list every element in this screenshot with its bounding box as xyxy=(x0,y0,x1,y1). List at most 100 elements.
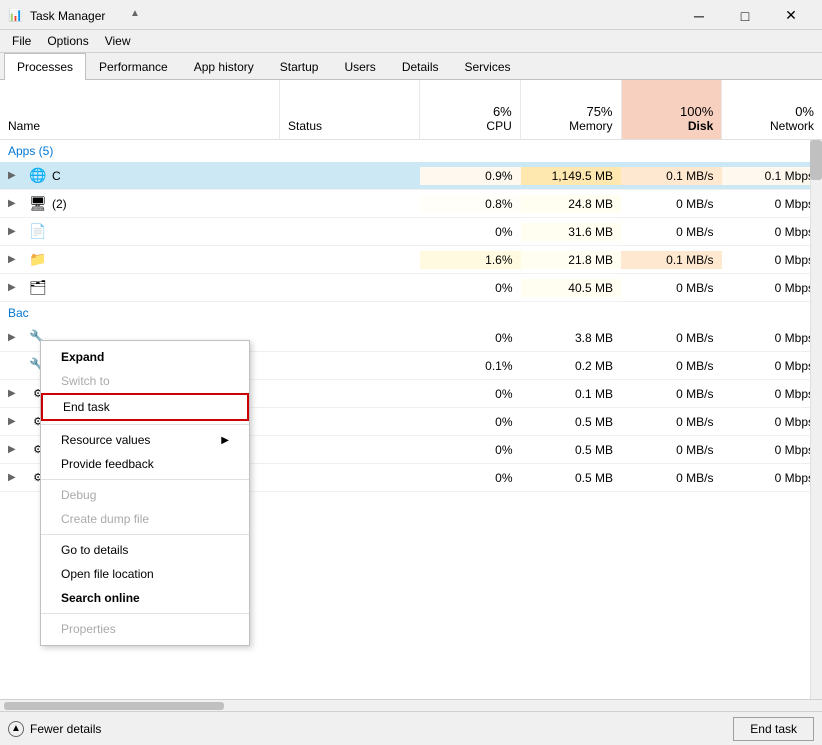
disk-percent: 100% xyxy=(680,104,713,119)
maximize-button[interactable]: □ xyxy=(722,1,768,31)
table-row[interactable]: ▶ 📄 0% 31.6 MB 0 MB/s 0 Mbps xyxy=(0,218,822,246)
expand-icon[interactable]: ▶ xyxy=(8,444,24,455)
proc-memory-cell: 0.5 MB xyxy=(521,413,622,431)
chevron-up-icon: ▲ xyxy=(8,721,24,737)
tab-startup[interactable]: Startup xyxy=(267,53,332,80)
ctx-switch-to[interactable]: Switch to xyxy=(41,369,249,393)
ctx-end-task[interactable]: End task xyxy=(41,393,249,421)
proc-icon: 🗂 xyxy=(30,280,46,296)
expand-icon[interactable]: ▶ xyxy=(8,388,24,399)
tab-users[interactable]: Users xyxy=(331,53,388,80)
col-header-network[interactable]: 0% Network xyxy=(722,80,822,139)
network-percent: 0% xyxy=(795,104,814,119)
tab-app-history[interactable]: App history xyxy=(181,53,267,80)
close-button[interactable]: ✕ xyxy=(768,1,814,31)
col-header-disk[interactable]: 100% Disk xyxy=(622,80,723,139)
proc-memory-cell: 1,149.5 MB xyxy=(521,167,622,185)
proc-network-cell: 0 Mbps xyxy=(722,251,822,269)
expand-icon[interactable]: ▶ xyxy=(8,254,24,265)
bottom-bar: ▲ Fewer details End task xyxy=(0,711,822,745)
col-header-name[interactable]: ▲ Name xyxy=(0,80,280,139)
proc-cpu-cell: 0% xyxy=(420,329,521,347)
proc-memory-cell: 0.5 MB xyxy=(521,469,622,487)
col-header-cpu[interactable]: 6% CPU xyxy=(420,80,521,139)
proc-network-cell: 0.1 Mbps xyxy=(722,167,822,185)
table-row[interactable]: ▶ 🗂 0% 40.5 MB 0 MB/s 0 Mbps xyxy=(0,274,822,302)
expand-icon[interactable]: ▶ xyxy=(8,282,24,293)
proc-disk-cell: 0 MB/s xyxy=(621,223,722,241)
column-header-row: ▲ Name Status 6% CPU 75% Memory 100% Dis… xyxy=(0,80,822,140)
ctx-go-to-details[interactable]: Go to details xyxy=(41,538,249,562)
proc-status-cell xyxy=(280,336,420,340)
scrollbar-thumb[interactable] xyxy=(810,140,822,180)
ctx-search-online[interactable]: Search online xyxy=(41,586,249,610)
ctx-debug[interactable]: Debug xyxy=(41,483,249,507)
proc-disk-cell: 0.1 MB/s xyxy=(621,251,722,269)
proc-icon: 🌐 xyxy=(30,168,46,184)
proc-network-cell: 0 Mbps xyxy=(722,279,822,297)
memory-percent: 75% xyxy=(586,104,612,119)
proc-memory-cell: 0.5 MB xyxy=(521,441,622,459)
col-header-memory[interactable]: 75% Memory xyxy=(521,80,622,139)
table-body[interactable]: Apps (5) ▶ 🌐 C 0.9% 1,149.5 MB 0.1 MB/s … xyxy=(0,140,822,699)
tab-services[interactable]: Services xyxy=(452,53,524,80)
menu-bar: File Options View xyxy=(0,30,822,53)
proc-disk-cell: 0.1 MB/s xyxy=(621,167,722,185)
horizontal-scrollbar[interactable] xyxy=(0,699,822,711)
minimize-button[interactable]: ─ xyxy=(676,1,722,31)
proc-status-cell xyxy=(280,202,420,206)
table-row[interactable]: ▶ 📁 1.6% 21.8 MB 0.1 MB/s 0 Mbps xyxy=(0,246,822,274)
fewer-details-button[interactable]: ▲ Fewer details xyxy=(8,721,101,737)
expand-icon[interactable]: ▶ xyxy=(8,198,24,209)
sort-arrow-up: ▲ xyxy=(130,8,140,19)
hscroll-thumb[interactable] xyxy=(4,702,224,710)
proc-cpu-cell: 0.8% xyxy=(420,195,521,213)
proc-network-cell: 0 Mbps xyxy=(722,469,822,487)
tab-processes[interactable]: Processes xyxy=(4,53,86,80)
menu-view[interactable]: View xyxy=(97,32,139,50)
ctx-resource-values[interactable]: Resource values ▶ xyxy=(41,428,249,452)
end-task-button[interactable]: End task xyxy=(733,717,814,741)
proc-memory-cell: 0.2 MB xyxy=(521,357,622,375)
table-row[interactable]: ▶ 🖥 (2) 0.8% 24.8 MB 0 MB/s 0 Mbps xyxy=(0,190,822,218)
network-label: Network xyxy=(770,119,814,133)
expand-icon[interactable]: ▶ xyxy=(8,416,24,427)
proc-disk-cell: 0 MB/s xyxy=(621,279,722,297)
proc-name-cell: ▶ 🖥 (2) xyxy=(0,194,280,214)
proc-memory-cell: 24.8 MB xyxy=(521,195,622,213)
ctx-provide-feedback[interactable]: Provide feedback xyxy=(41,452,249,476)
ctx-open-file-location[interactable]: Open file location xyxy=(41,562,249,586)
proc-network-cell: 0 Mbps xyxy=(722,385,822,403)
ctx-expand[interactable]: Expand xyxy=(41,345,249,369)
context-menu: Expand Switch to End task Resource value… xyxy=(40,340,250,646)
tab-bar: Processes Performance App history Startu… xyxy=(0,53,822,80)
tab-performance[interactable]: Performance xyxy=(86,53,181,80)
col-header-status[interactable]: Status xyxy=(280,80,420,139)
proc-status-cell xyxy=(280,476,420,480)
proc-network-cell: 0 Mbps xyxy=(722,223,822,241)
expand-icon[interactable]: ▶ xyxy=(8,170,24,181)
proc-name-cell: ▶ 📁 xyxy=(0,250,280,270)
proc-cpu-cell: 0% xyxy=(420,223,521,241)
proc-title: (2) xyxy=(52,197,67,211)
tab-details[interactable]: Details xyxy=(389,53,452,80)
table-row[interactable]: ▶ 🌐 C 0.9% 1,149.5 MB 0.1 MB/s 0.1 Mbps xyxy=(0,162,822,190)
proc-disk-cell: 0 MB/s xyxy=(621,469,722,487)
expand-icon[interactable]: ▶ xyxy=(8,332,24,343)
menu-file[interactable]: File xyxy=(4,32,39,50)
column-status-label: Status xyxy=(288,119,322,133)
disk-label: Disk xyxy=(688,119,713,133)
menu-options[interactable]: Options xyxy=(39,32,96,50)
proc-memory-cell: 21.8 MB xyxy=(521,251,622,269)
submenu-arrow: ▶ xyxy=(221,435,229,446)
expand-icon[interactable]: ▶ xyxy=(8,472,24,483)
background-section-header: Bac xyxy=(0,302,822,324)
ctx-properties[interactable]: Properties xyxy=(41,617,249,641)
fewer-details-label: Fewer details xyxy=(30,722,101,736)
background-section-label: Bac xyxy=(8,306,29,320)
ctx-create-dump[interactable]: Create dump file xyxy=(41,507,249,531)
proc-network-cell: 0 Mbps xyxy=(722,441,822,459)
expand-icon[interactable]: ▶ xyxy=(8,226,24,237)
ctx-sep-3 xyxy=(41,534,249,535)
scrollbar[interactable] xyxy=(810,140,822,699)
